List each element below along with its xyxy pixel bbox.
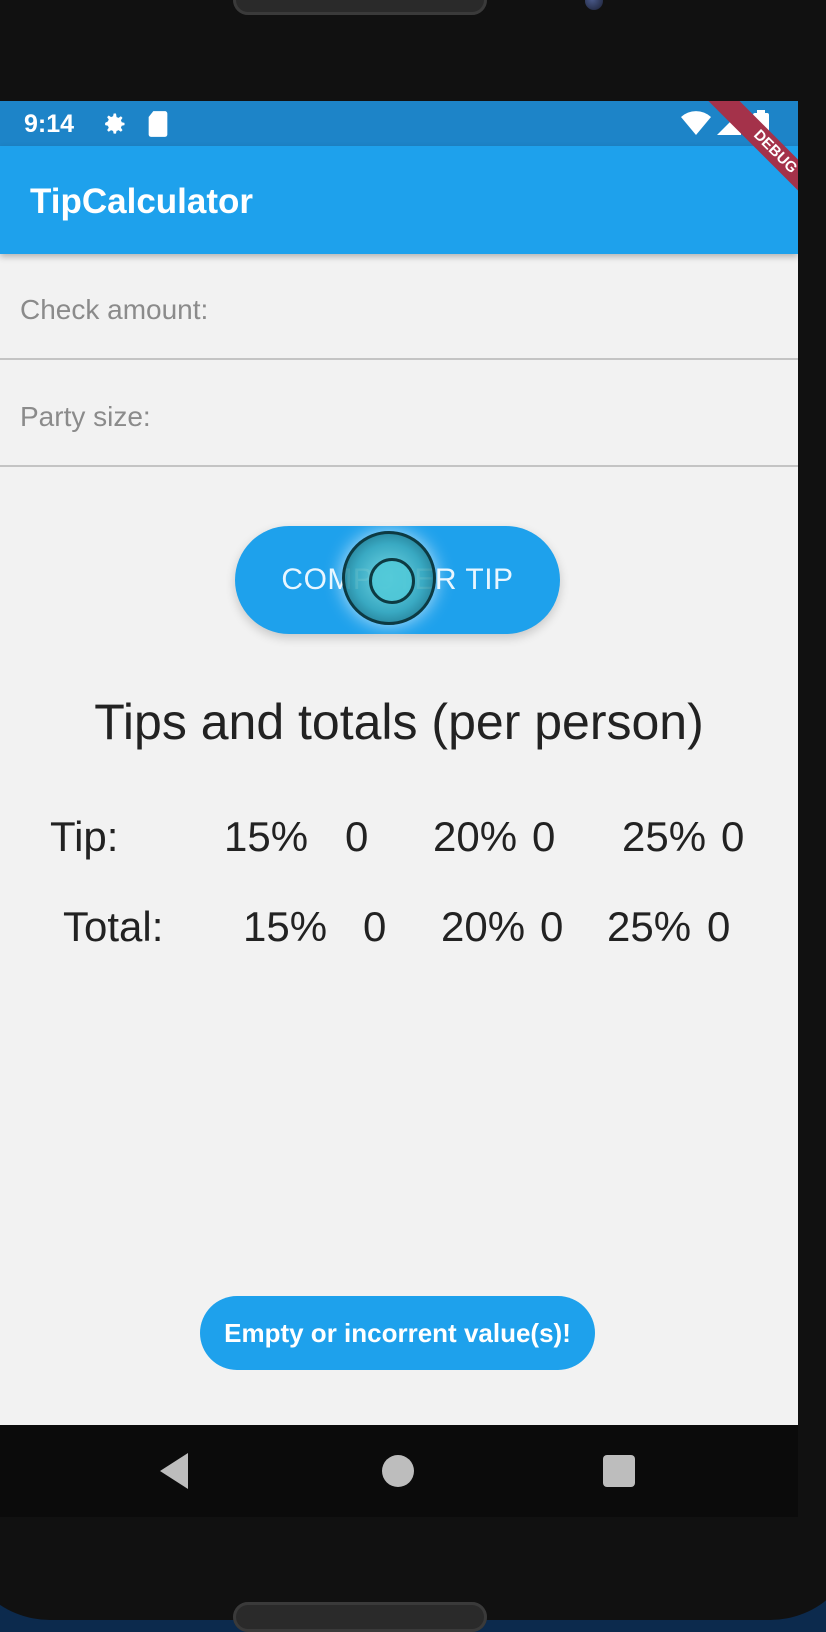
front-camera [585,0,603,10]
results-heading: Tips and totals (per person) [94,694,704,750]
tip-25-value: 0 [721,813,745,860]
navigation-bar [0,1425,798,1517]
total-20-value: 0 [540,903,564,950]
error-toast: Empty or incorrent value(s)! [200,1296,595,1370]
status-time: 9:14 [24,110,75,138]
sd-card-icon [146,110,170,143]
total-25-label: 25% [607,903,692,950]
tip-15-value: 0 [345,813,369,860]
home-icon[interactable] [382,1455,414,1487]
gear-icon [100,110,128,143]
check-amount-field[interactable] [0,254,798,360]
total-20-label: 20% [441,903,526,950]
recent-apps-icon[interactable] [603,1455,635,1487]
status-bar: 9:14 [0,101,798,146]
total-15-label: 15% [243,903,328,950]
tip-15-label: 15% [224,813,309,860]
total-25-value: 0 [707,903,731,950]
party-size-input[interactable] [18,391,722,443]
top-speaker [233,0,487,15]
total-label: Total: [63,903,164,950]
tip-label: Tip: [50,813,119,860]
tip-20-value: 0 [532,813,556,860]
phone-screen: 9:14 TipCalculator DEBUG COMPUTER TIP Ti… [0,101,798,1425]
back-icon[interactable] [160,1453,188,1489]
party-size-field[interactable] [0,361,798,467]
app-title: TipCalculator [30,182,254,221]
tip-20-label: 20% [433,813,518,860]
wifi-icon [680,110,712,141]
total-row: Total: 15% 0 20% 0 25% 0 [0,903,798,963]
check-amount-input[interactable] [18,284,722,336]
tip-row: Tip: 15% 0 20% 0 25% 0 [0,813,798,873]
touch-indicator [342,531,436,625]
tip-25-label: 25% [622,813,707,860]
app-bar: TipCalculator [0,146,798,254]
bottom-speaker [233,1602,487,1632]
total-15-value: 0 [363,903,387,950]
